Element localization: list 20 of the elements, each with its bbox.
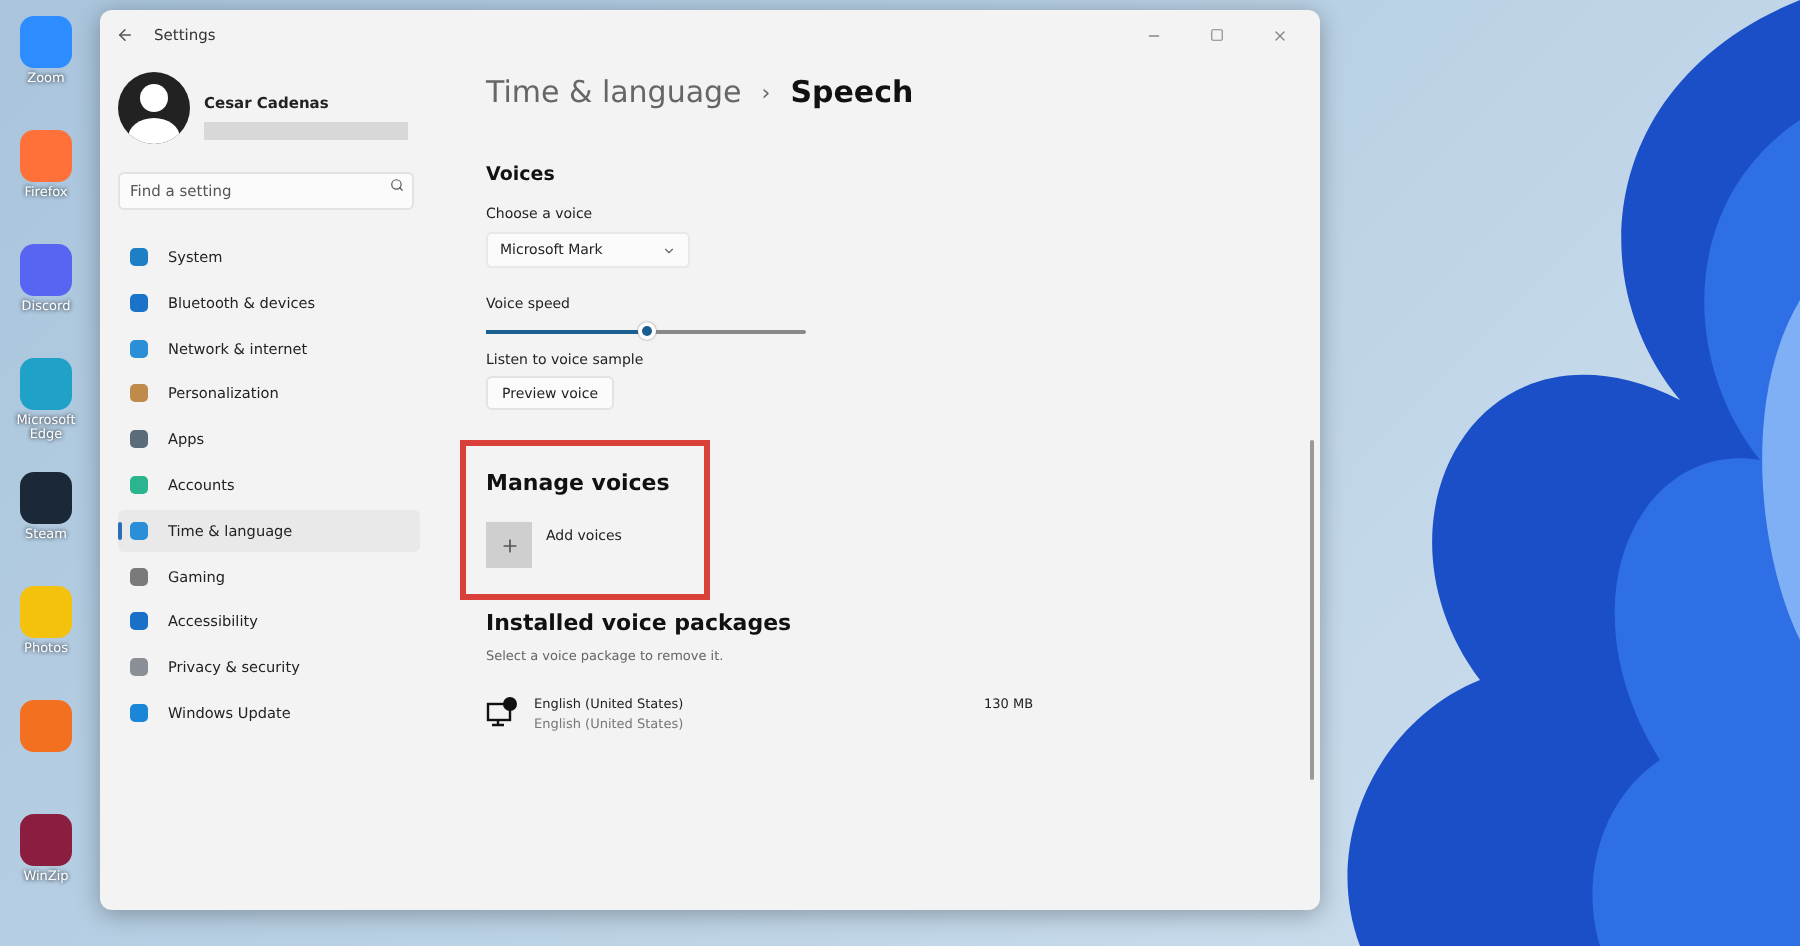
breadcrumb-link[interactable]: Time & language: [486, 74, 742, 110]
app-shortcut-icon[interactable]: [20, 814, 72, 866]
close-icon[interactable]: [1272, 27, 1288, 43]
maximize-icon[interactable]: [1210, 27, 1224, 41]
breadcrumb-separator: ›: [761, 79, 771, 105]
chevron-down-icon: [662, 243, 676, 257]
search-icon[interactable]: [390, 178, 404, 192]
avatar-silhouette: [118, 72, 190, 144]
scrollbar[interactable]: [1310, 440, 1314, 780]
plus-icon: [499, 535, 519, 555]
section-heading: Voices: [486, 164, 557, 186]
section-heading: Manage voices: [486, 470, 672, 496]
selection-indicator: [118, 521, 122, 540]
back-icon[interactable]: [116, 26, 134, 44]
page-title: Speech: [790, 74, 914, 110]
add-voices-button[interactable]: [486, 522, 532, 568]
monitor-speaker-icon: [486, 696, 518, 728]
app-shortcut-icon[interactable]: [20, 472, 72, 524]
section-heading: Installed voice packages: [486, 610, 794, 636]
slider-thumb[interactable]: [637, 322, 655, 340]
